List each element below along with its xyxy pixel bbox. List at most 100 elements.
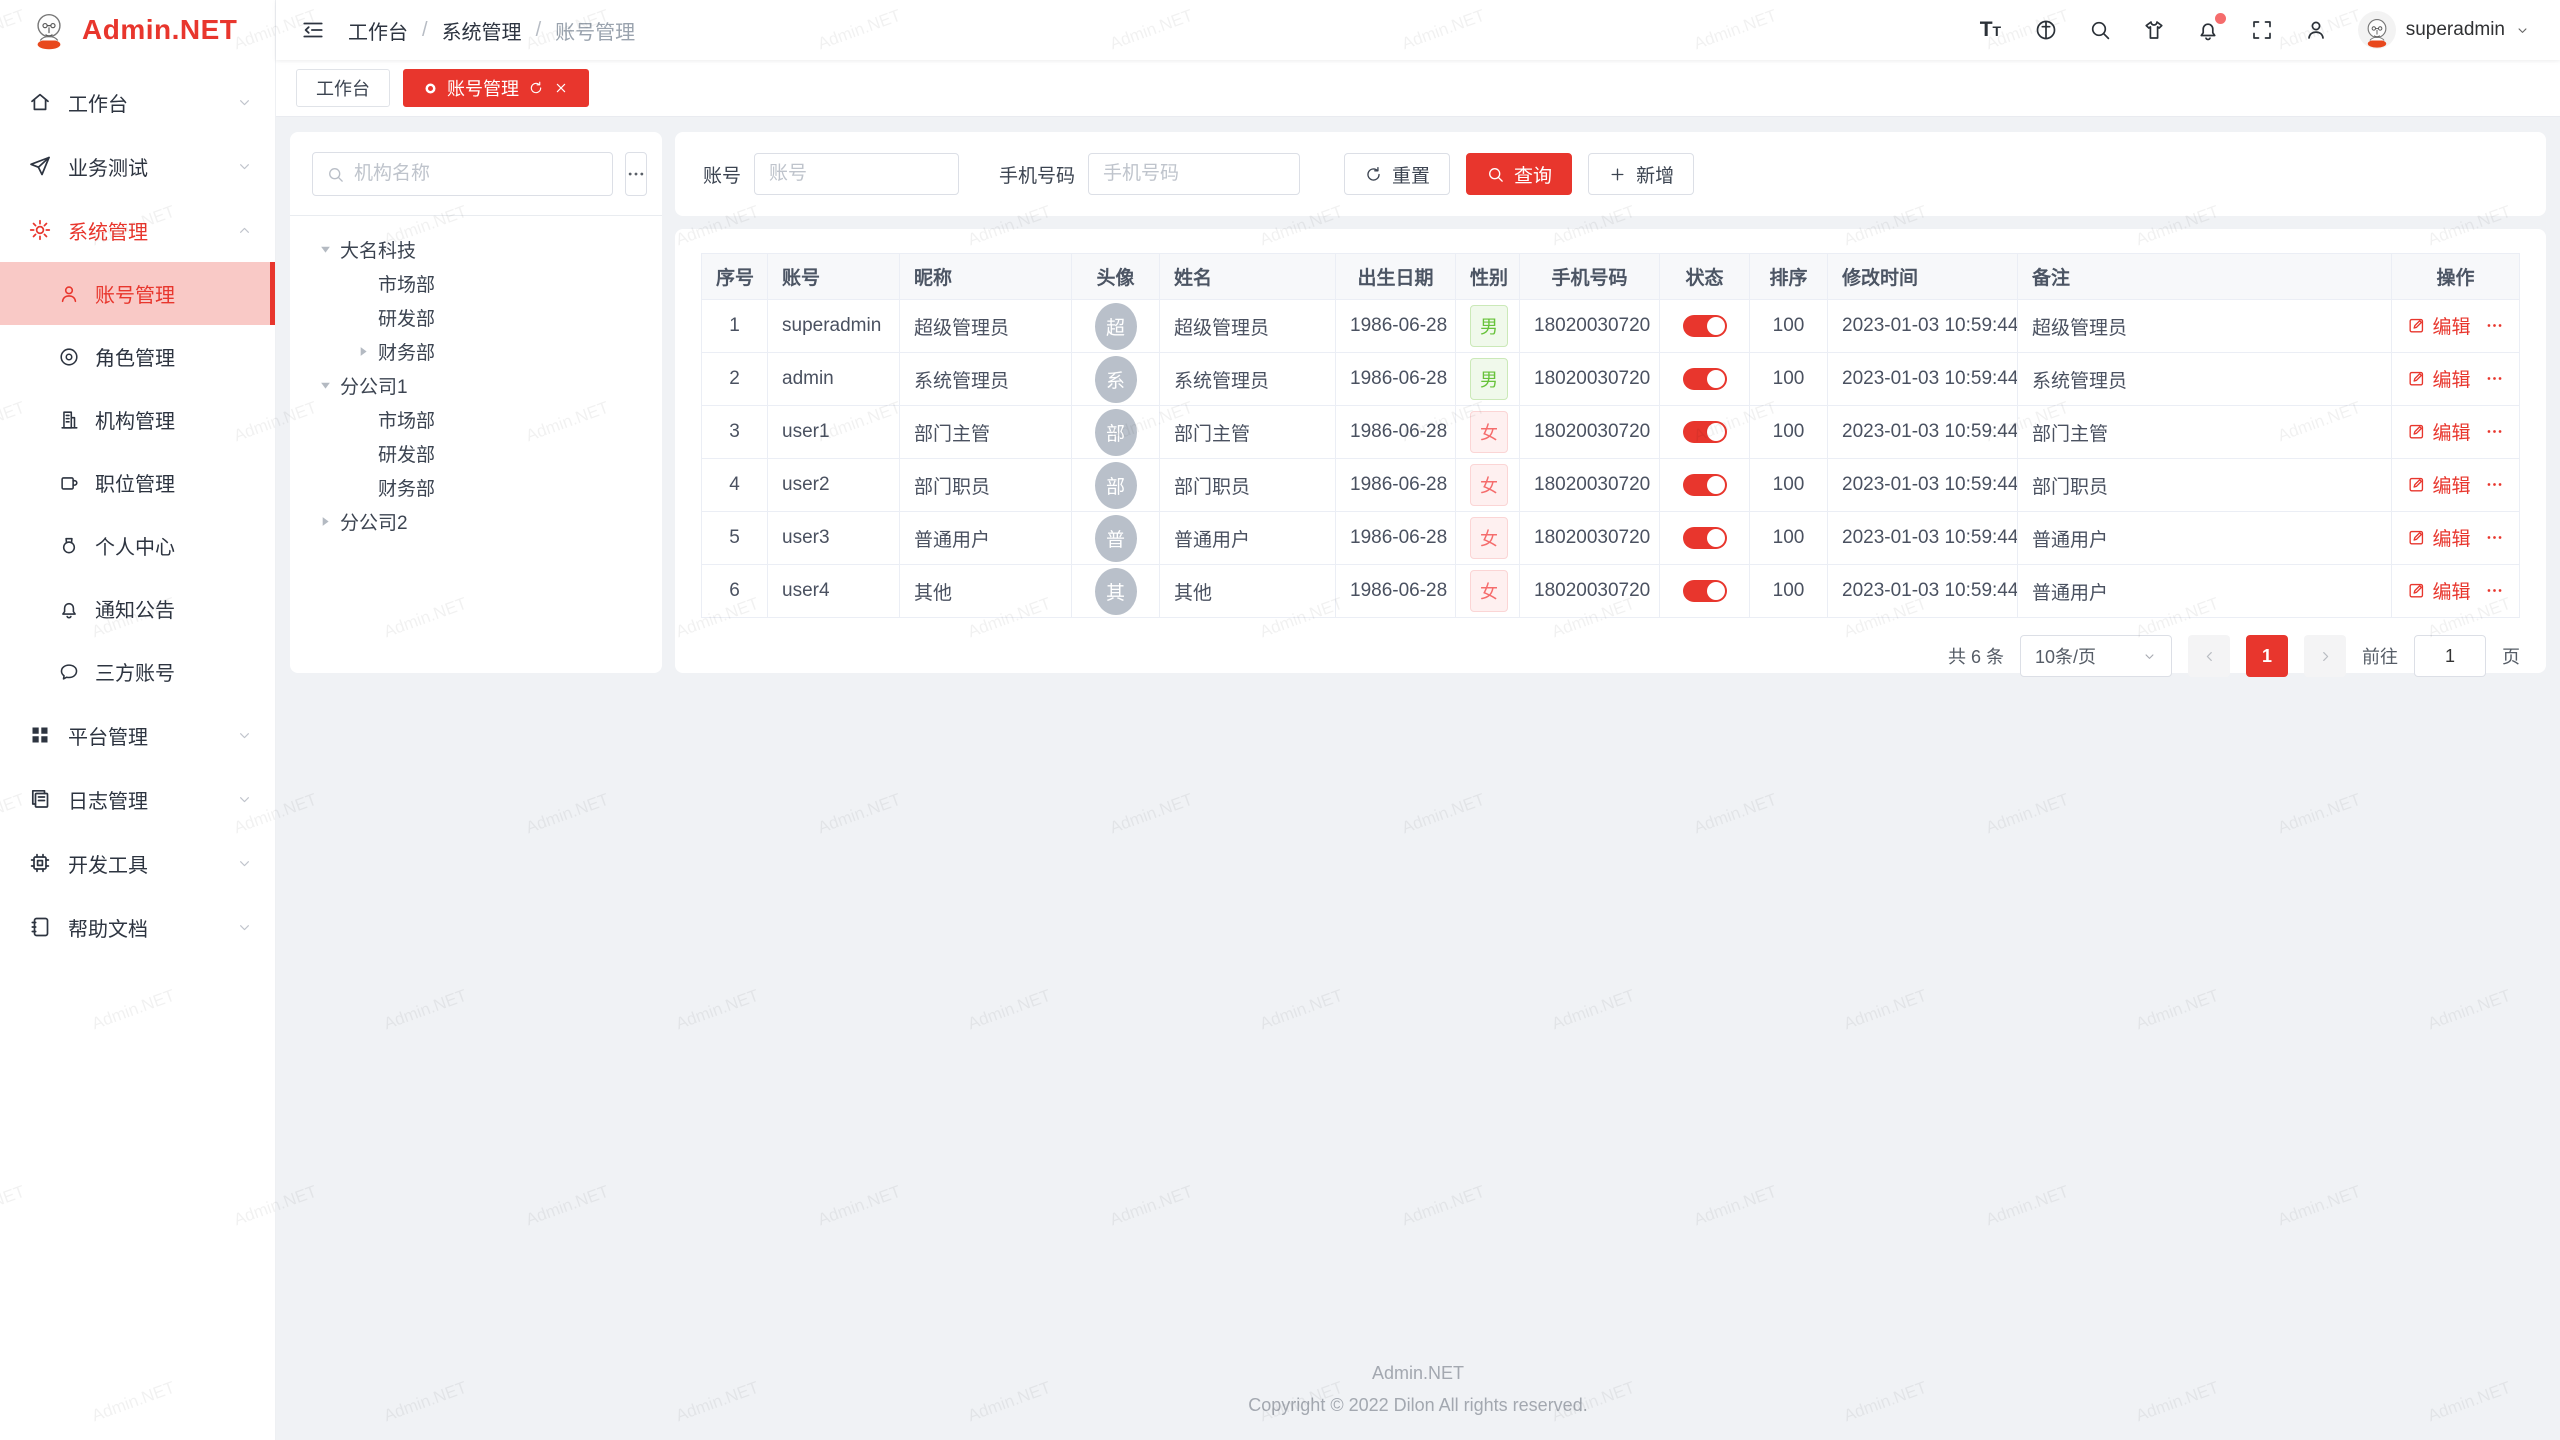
tree-node[interactable]: 分公司2 [312, 504, 640, 538]
sidebar-item[interactable]: 业务测试 [0, 134, 275, 198]
menu-collapse-icon[interactable] [300, 17, 326, 43]
toggle-knob [1707, 582, 1725, 600]
cell-actions: 编辑 [2392, 565, 2520, 618]
header-right: TT superadmin [1980, 11, 2530, 49]
refresh-icon[interactable] [528, 80, 544, 96]
sidebar-item-label: 帮助文档 [68, 913, 236, 942]
column-header: 账号 [768, 254, 900, 300]
sidebar-subitem[interactable]: 三方账号 [0, 640, 275, 703]
logo[interactable]: Admin.NET [0, 0, 275, 60]
sidebar-item[interactable]: 工作台 [0, 70, 275, 134]
goto-page-input[interactable] [2414, 635, 2486, 677]
status-toggle[interactable] [1683, 368, 1727, 390]
post-icon [58, 472, 80, 494]
tree-node[interactable]: 市场部 [312, 266, 640, 300]
row-more-button[interactable] [2485, 369, 2504, 388]
avatar: 超 [1095, 303, 1137, 350]
breadcrumb-item-current: 账号管理 [555, 16, 635, 45]
search-icon [326, 165, 345, 184]
cell-account: user1 [768, 406, 900, 459]
cell-modified: 2023-01-03 10:59:44 [1828, 512, 2018, 565]
language-icon[interactable] [2034, 18, 2058, 42]
tree-node[interactable]: 分公司1 [312, 368, 640, 402]
status-toggle[interactable] [1683, 421, 1727, 443]
row-more-button[interactable] [2485, 581, 2504, 600]
tree-node[interactable]: 财务部 [312, 334, 640, 368]
avatar: 部 [1095, 462, 1137, 509]
sidebar-subitem[interactable]: 职位管理 [0, 451, 275, 514]
chevron-down-icon [236, 855, 253, 872]
tab[interactable]: 工作台 [296, 69, 390, 107]
row-more-button[interactable] [2485, 528, 2504, 547]
phone-input[interactable] [1088, 153, 1300, 195]
add-button[interactable]: 新增 [1588, 153, 1694, 195]
search-icon[interactable] [2088, 18, 2112, 42]
status-toggle[interactable] [1683, 315, 1727, 337]
close-icon[interactable] [553, 80, 569, 96]
fullscreen-icon[interactable] [2250, 18, 2274, 42]
user-setting-icon[interactable] [2304, 18, 2328, 42]
edit-label: 编辑 [2432, 524, 2470, 551]
cell-order: 100 [1750, 353, 1828, 406]
tab-label: 工作台 [316, 75, 370, 101]
sidebar-subitem[interactable]: 机构管理 [0, 388, 275, 451]
sidebar-item[interactable]: 系统管理 [0, 198, 275, 262]
edit-button[interactable]: 编辑 [2407, 418, 2470, 445]
cell-actions: 编辑 [2392, 406, 2520, 459]
cell-seq: 3 [702, 406, 768, 459]
tree-node[interactable]: 市场部 [312, 402, 640, 436]
cell-status [1660, 512, 1750, 565]
caret-down-icon [318, 242, 333, 257]
sidebar-item[interactable]: 平台管理 [0, 703, 275, 767]
edit-label: 编辑 [2432, 418, 2470, 445]
account-input[interactable] [754, 153, 959, 195]
sidebar-subitem[interactable]: 个人中心 [0, 514, 275, 577]
breadcrumb-item[interactable]: 工作台 [348, 16, 408, 45]
row-actions: 编辑 [2407, 471, 2503, 498]
status-toggle[interactable] [1683, 580, 1727, 602]
cell-name: 普通用户 [1160, 512, 1336, 565]
edit-button[interactable]: 编辑 [2407, 312, 2470, 339]
row-more-button[interactable] [2485, 475, 2504, 494]
cell-avatar: 超 [1072, 300, 1160, 353]
sidebar-item-label: 系统管理 [68, 216, 236, 245]
sidebar-subitem[interactable]: 账号管理 [0, 262, 275, 325]
org-search-input[interactable] [354, 163, 599, 185]
font-size-icon[interactable]: TT [1980, 18, 2004, 42]
tab-active[interactable]: 账号管理 [403, 69, 589, 107]
tree-node[interactable]: 研发部 [312, 300, 640, 334]
status-toggle[interactable] [1683, 527, 1727, 549]
edit-button[interactable]: 编辑 [2407, 577, 2470, 604]
edit-button[interactable]: 编辑 [2407, 524, 2470, 551]
sidebar-item[interactable]: 开发工具 [0, 831, 275, 895]
tree-node[interactable]: 财务部 [312, 470, 640, 504]
reset-button[interactable]: 重置 [1344, 153, 1450, 195]
edit-button[interactable]: 编辑 [2407, 365, 2470, 392]
theme-icon[interactable] [2142, 18, 2166, 42]
notification-icon[interactable] [2196, 18, 2220, 42]
cell-status [1660, 565, 1750, 618]
status-toggle[interactable] [1683, 474, 1727, 496]
current-page-button[interactable]: 1 [2246, 635, 2288, 677]
sidebar-item-label: 平台管理 [68, 721, 236, 750]
sidebar-item[interactable]: 日志管理 [0, 767, 275, 831]
next-page-button[interactable] [2304, 635, 2346, 677]
search-button[interactable]: 查询 [1466, 153, 1572, 195]
user-menu[interactable]: superadmin [2358, 11, 2530, 49]
tree-node[interactable]: 研发部 [312, 436, 640, 470]
tree-more-button[interactable] [625, 152, 647, 196]
breadcrumb-item[interactable]: 系统管理 [442, 16, 522, 45]
page-size-select[interactable]: 10条/页 [2020, 635, 2172, 677]
row-more-button[interactable] [2485, 422, 2504, 441]
accounts-table-card: 序号账号昵称头像姓名出生日期性别手机号码状态排序修改时间备注操作1superad… [675, 229, 2546, 673]
cell-status [1660, 406, 1750, 459]
tree-node[interactable]: 大名科技 [312, 232, 640, 266]
toggle-knob [1707, 423, 1725, 441]
sidebar-item[interactable]: 帮助文档 [0, 895, 275, 959]
edit-button[interactable]: 编辑 [2407, 471, 2470, 498]
sidebar-subitem[interactable]: 通知公告 [0, 577, 275, 640]
row-more-button[interactable] [2485, 316, 2504, 335]
sidebar-subitem[interactable]: 角色管理 [0, 325, 275, 388]
prev-page-button[interactable] [2188, 635, 2230, 677]
sidebar-submenu: 账号管理角色管理机构管理职位管理个人中心通知公告三方账号 [0, 262, 275, 703]
